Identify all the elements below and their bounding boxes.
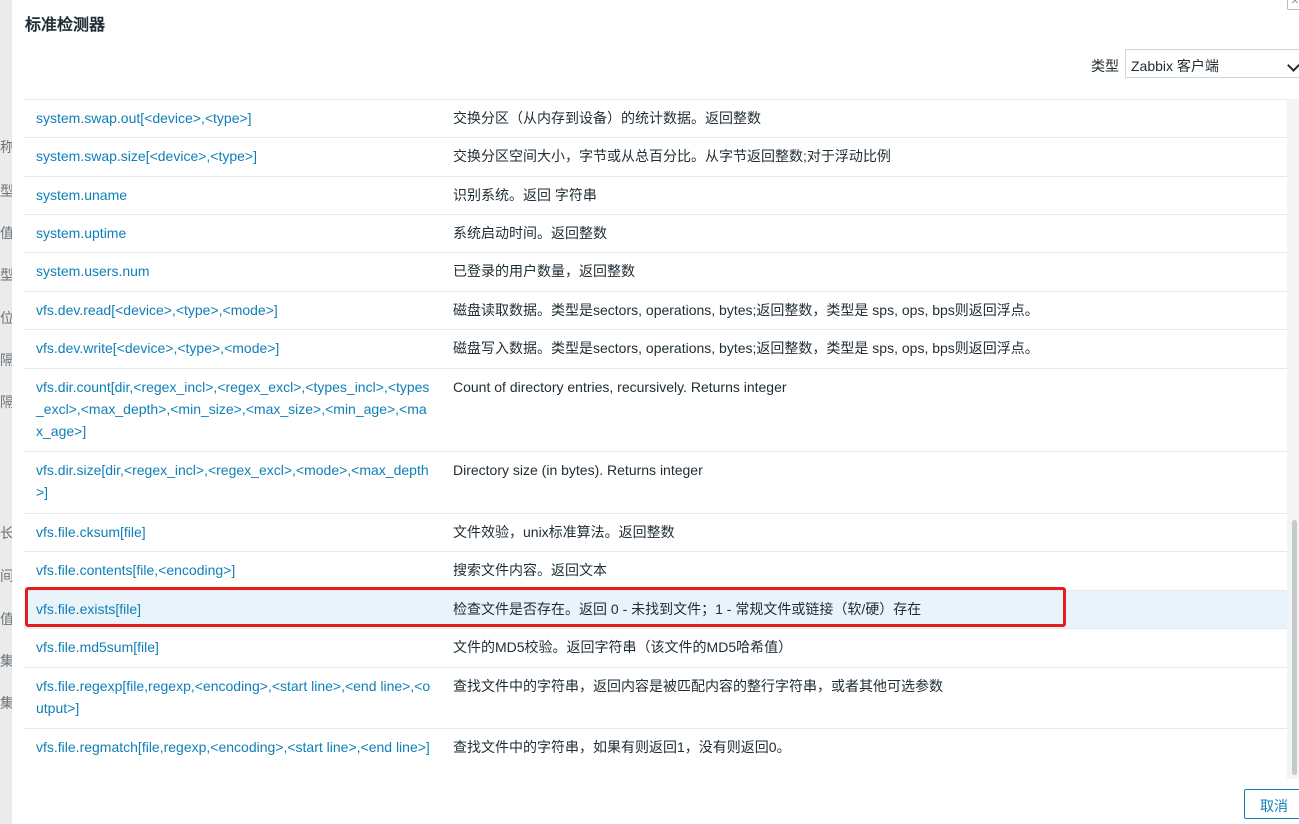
table-row[interactable]: vfs.file.cksum[file] 文件效验，unix标准算法。返回整数 bbox=[24, 514, 1299, 552]
item-key-link[interactable]: vfs.dev.read[<device>,<type>,<mode>] bbox=[36, 299, 431, 321]
background-label: 隔 bbox=[0, 394, 12, 410]
background-label: 长 bbox=[0, 525, 12, 541]
background-label: 型 bbox=[0, 267, 12, 283]
item-key-link[interactable]: system.swap.size[<device>,<type>] bbox=[36, 145, 431, 167]
table-row[interactable]: vfs.dir.size[dir,<regex_incl>,<regex_exc… bbox=[24, 452, 1299, 514]
item-key-link[interactable]: vfs.file.contents[file,<encoding>] bbox=[36, 559, 431, 581]
table-row-selected[interactable]: vfs.file.exists[file] 检查文件是否存在。返回 0 - 未找… bbox=[24, 591, 1299, 629]
item-key-link[interactable]: vfs.file.regmatch[file,regexp,<encoding>… bbox=[36, 736, 431, 758]
item-description: 识别系统。返回 字符串 bbox=[453, 187, 597, 203]
table-row[interactable]: system.uptime 系统启动时间。返回整数 bbox=[24, 215, 1299, 253]
table-row[interactable]: vfs.file.regmatch[file,regexp,<encoding>… bbox=[24, 729, 1299, 780]
type-filter-label: 类型 bbox=[1091, 58, 1119, 74]
dialog-title: 标准检测器 bbox=[25, 17, 106, 34]
type-filter-select[interactable]: Zabbix 客户端 bbox=[1125, 49, 1299, 78]
item-description: 查找文件中的字符串，返回内容是被匹配内容的整行字符串，或者其他可选参数 bbox=[453, 678, 943, 694]
item-description: 文件效验，unix标准算法。返回整数 bbox=[453, 524, 675, 540]
table-row[interactable]: system.users.num 已登录的用户数量，返回整数 bbox=[24, 253, 1299, 292]
item-key-link[interactable]: system.uptime bbox=[36, 222, 431, 244]
item-description: 系统启动时间。返回整数 bbox=[453, 225, 607, 241]
item-description: 磁盘写入数据。类型是sectors, operations, bytes;返回整… bbox=[453, 340, 1039, 356]
background-label: 位 bbox=[0, 310, 12, 326]
item-key-link[interactable]: vfs.file.exists[file] bbox=[36, 598, 431, 620]
chevron-down-icon bbox=[1287, 59, 1299, 72]
item-key-link[interactable]: system.swap.out[<device>,<type>] bbox=[36, 107, 431, 129]
item-description: 磁盘读取数据。类型是sectors, operations, bytes;返回整… bbox=[453, 302, 1039, 318]
background-form-strip: 称 型 值 型 位 隔 隔 长 间 值 集 集 bbox=[0, 0, 12, 824]
item-key-link[interactable]: vfs.file.regexp[file,regexp,<encoding>,<… bbox=[36, 675, 431, 719]
item-description: 查找文件中的字符串，如果有则返回1，没有则返回0。 bbox=[453, 739, 791, 755]
item-description: 已登录的用户数量，返回整数 bbox=[453, 263, 635, 279]
background-label: 间 bbox=[0, 568, 12, 584]
background-label: 集 bbox=[0, 653, 12, 669]
table-row[interactable]: vfs.file.md5sum[file] 文件的MD5校验。返回字符串（该文件… bbox=[24, 629, 1299, 668]
table-row[interactable]: system.swap.size[<device>,<type>] 交换分区空间… bbox=[24, 138, 1299, 177]
background-label: 型 bbox=[0, 183, 12, 199]
item-key-link[interactable]: vfs.dir.size[dir,<regex_incl>,<regex_exc… bbox=[36, 459, 431, 503]
item-key-link[interactable]: vfs.file.md5sum[file] bbox=[36, 636, 431, 658]
item-description: Directory size (in bytes). Returns integ… bbox=[453, 462, 703, 478]
item-description: 交换分区空间大小，字节或从总百分比。从字节返回整数;对于浮动比例 bbox=[453, 148, 891, 164]
background-label: 称 bbox=[0, 139, 12, 155]
table-row[interactable]: system.uname 识别系统。返回 字符串 bbox=[24, 177, 1299, 215]
item-key-link[interactable]: system.users.num bbox=[36, 260, 431, 282]
item-key-link[interactable]: vfs.file.cksum[file] bbox=[36, 521, 431, 543]
background-label: 值 bbox=[0, 225, 12, 241]
item-description: 文件的MD5校验。返回字符串（该文件的MD5哈希值） bbox=[453, 639, 793, 655]
table-row[interactable]: vfs.dev.write[<device>,<type>,<mode>] 磁盘… bbox=[24, 330, 1299, 369]
close-icon[interactable]: ✕ bbox=[1287, 0, 1299, 10]
background-label: 集 bbox=[0, 695, 12, 711]
item-description: 交换分区（从内存到设备）的统计数据。返回整数 bbox=[453, 110, 761, 126]
standard-items-dialog: 标准检测器 ✕ 类型 Zabbix 客户端 system.swap.out[<d… bbox=[12, 0, 1299, 824]
background-label: 隔 bbox=[0, 352, 12, 368]
item-description: Count of directory entries, recursively.… bbox=[453, 379, 787, 395]
item-key-link[interactable]: system.uname bbox=[36, 184, 431, 206]
table-row[interactable]: system.swap.out[<device>,<type>] 交换分区（从内… bbox=[24, 100, 1299, 138]
item-key-link[interactable]: vfs.dev.write[<device>,<type>,<mode>] bbox=[36, 337, 431, 359]
table-row[interactable]: vfs.dev.read[<device>,<type>,<mode>] 磁盘读… bbox=[24, 292, 1299, 330]
scrollbar-thumb[interactable] bbox=[1292, 520, 1297, 775]
items-table: system.swap.out[<device>,<type>] 交换分区（从内… bbox=[24, 99, 1299, 780]
table-row[interactable]: vfs.file.contents[file,<encoding>] 搜索文件内… bbox=[24, 552, 1299, 591]
item-description: 检查文件是否存在。返回 0 - 未找到文件；1 - 常规文件或链接（软/硬）存在 bbox=[453, 601, 922, 617]
type-filter-value: Zabbix 客户端 bbox=[1131, 58, 1219, 74]
item-key-link[interactable]: vfs.dir.count[dir,<regex_incl>,<regex_ex… bbox=[36, 376, 431, 442]
table-row[interactable]: vfs.dir.count[dir,<regex_incl>,<regex_ex… bbox=[24, 369, 1299, 452]
background-label: 值 bbox=[0, 611, 12, 627]
item-description: 搜索文件内容。返回文本 bbox=[453, 562, 607, 578]
cancel-button[interactable]: 取消 bbox=[1244, 789, 1299, 819]
table-row[interactable]: vfs.file.regexp[file,regexp,<encoding>,<… bbox=[24, 668, 1299, 729]
